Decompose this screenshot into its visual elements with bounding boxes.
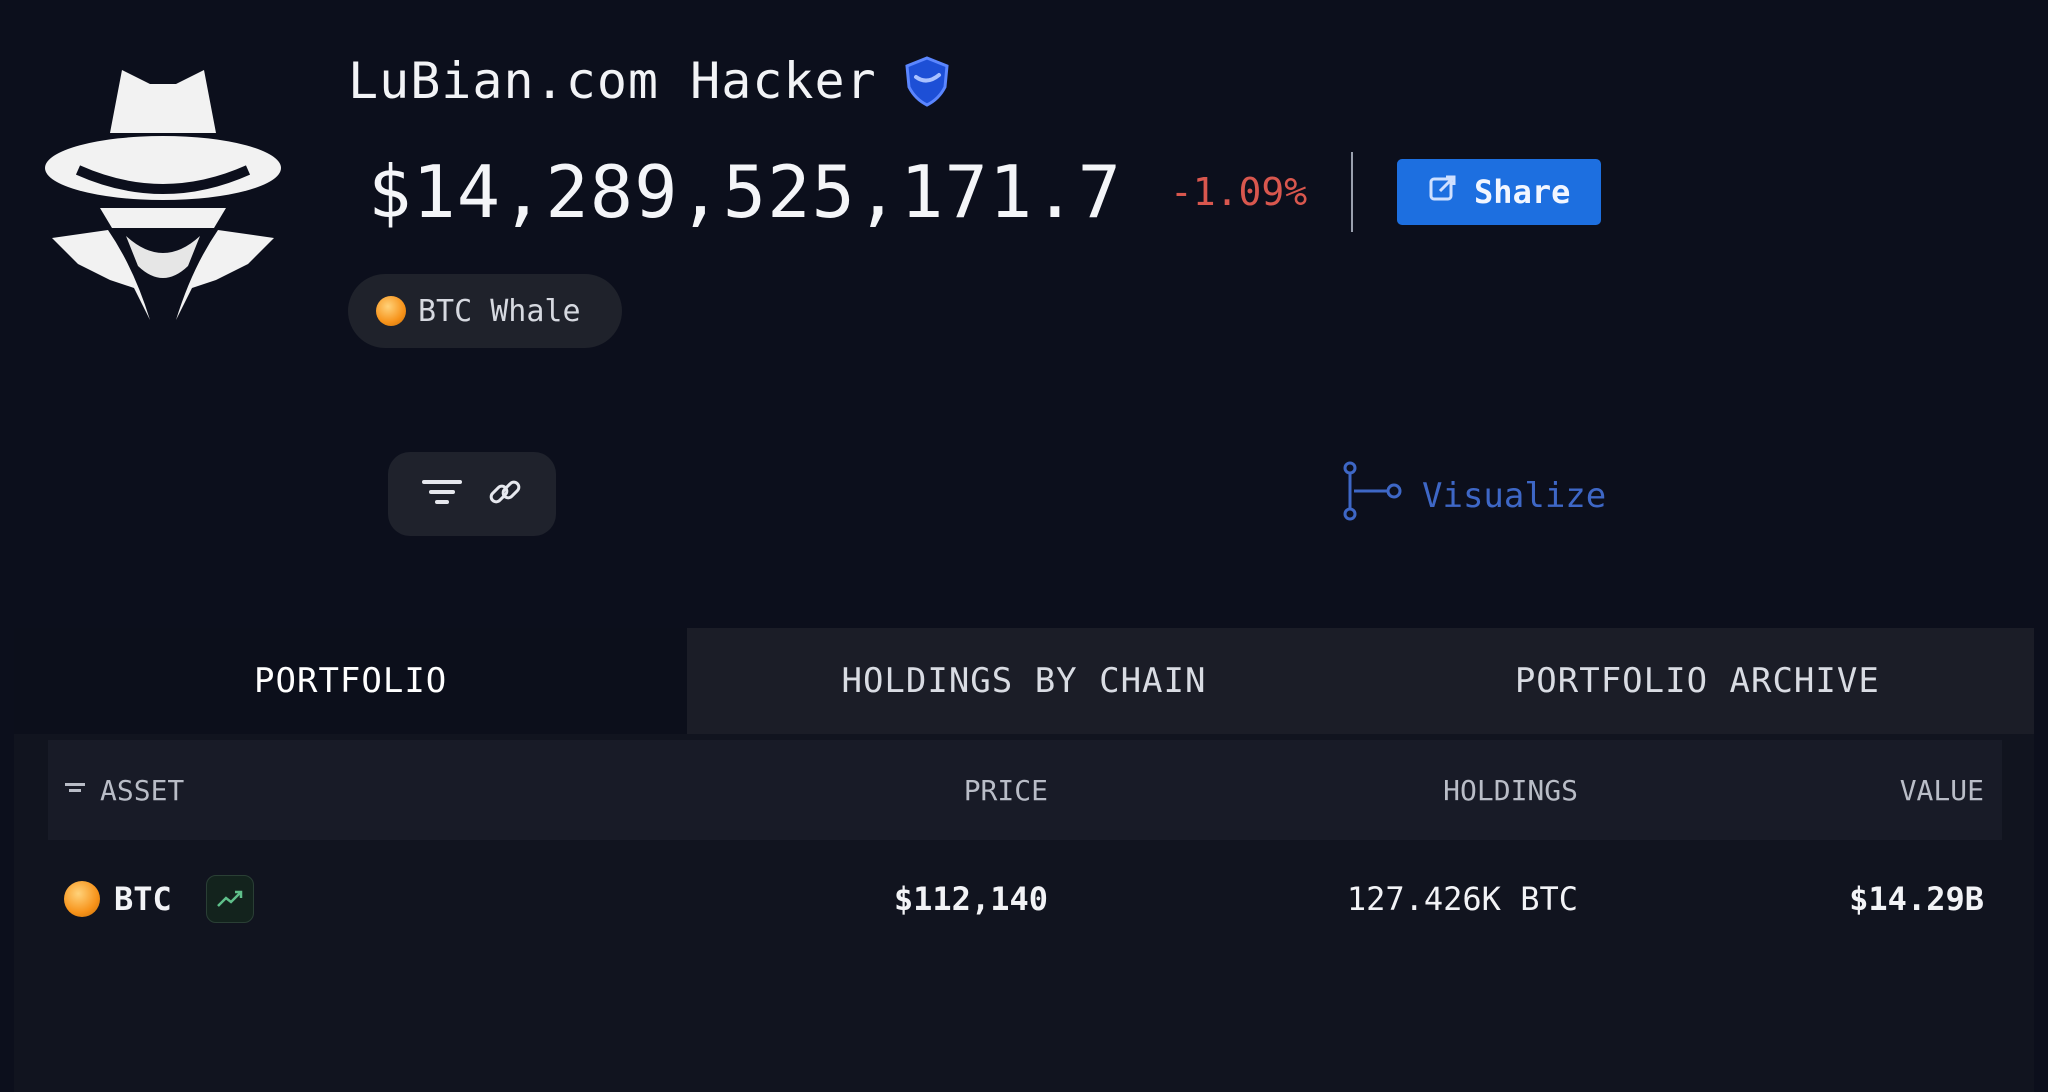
tab-bar: PORTFOLIO HOLDINGS BY CHAIN PORTFOLIO AR… xyxy=(14,628,2034,734)
asset-price: $112,140 xyxy=(893,880,1048,918)
share-icon xyxy=(1428,173,1458,211)
sort-icon[interactable] xyxy=(64,774,86,807)
btc-coin-icon xyxy=(376,296,406,326)
tab-holdings-by-chain[interactable]: HOLDINGS BY CHAIN xyxy=(687,628,1361,734)
col-value[interactable]: VALUE xyxy=(1578,774,1984,807)
asset-holdings: 127.426K BTC xyxy=(1346,880,1578,918)
col-asset[interactable]: ASSET xyxy=(100,774,184,807)
filter-icon[interactable] xyxy=(420,475,464,513)
tab-portfolio[interactable]: PORTFOLIO xyxy=(14,628,688,734)
badge-label: BTC Whale xyxy=(418,293,581,329)
asset-value: $14.29B xyxy=(1849,880,1984,918)
table-row[interactable]: BTC $112,140 127.426K BTC $14.29B xyxy=(48,840,2002,958)
net-worth-value: $14,289,525,171.7 xyxy=(368,150,1122,234)
btc-coin-icon xyxy=(64,881,100,917)
col-holdings[interactable]: HOLDINGS xyxy=(1048,774,1578,807)
tool-group xyxy=(388,452,556,536)
share-button[interactable]: Share xyxy=(1397,159,1602,225)
divider xyxy=(1351,152,1354,232)
visualize-label: Visualize xyxy=(1422,475,1607,516)
graph-nodes-icon xyxy=(1342,460,1404,531)
share-label: Share xyxy=(1474,173,1571,211)
link-icon[interactable] xyxy=(486,473,524,515)
asset-symbol: BTC xyxy=(114,880,172,918)
col-price[interactable]: PRICE xyxy=(748,774,1048,807)
portfolio-panel: PORTFOLIO HOLDINGS BY CHAIN PORTFOLIO AR… xyxy=(14,628,2034,1092)
btc-whale-badge: BTC Whale xyxy=(348,274,622,348)
net-worth-change: -1.09% xyxy=(1169,170,1308,214)
tab-portfolio-archive[interactable]: PORTFOLIO ARCHIVE xyxy=(1360,628,2034,734)
trend-chart-icon[interactable] xyxy=(205,875,254,923)
verified-shield-icon xyxy=(903,55,951,107)
spy-avatar-icon xyxy=(38,58,288,328)
profile-name: LuBian.com Hacker xyxy=(348,52,877,110)
visualize-button[interactable]: Visualize xyxy=(1342,460,1606,531)
table-header: ASSET PRICE HOLDINGS VALUE xyxy=(48,740,2002,840)
